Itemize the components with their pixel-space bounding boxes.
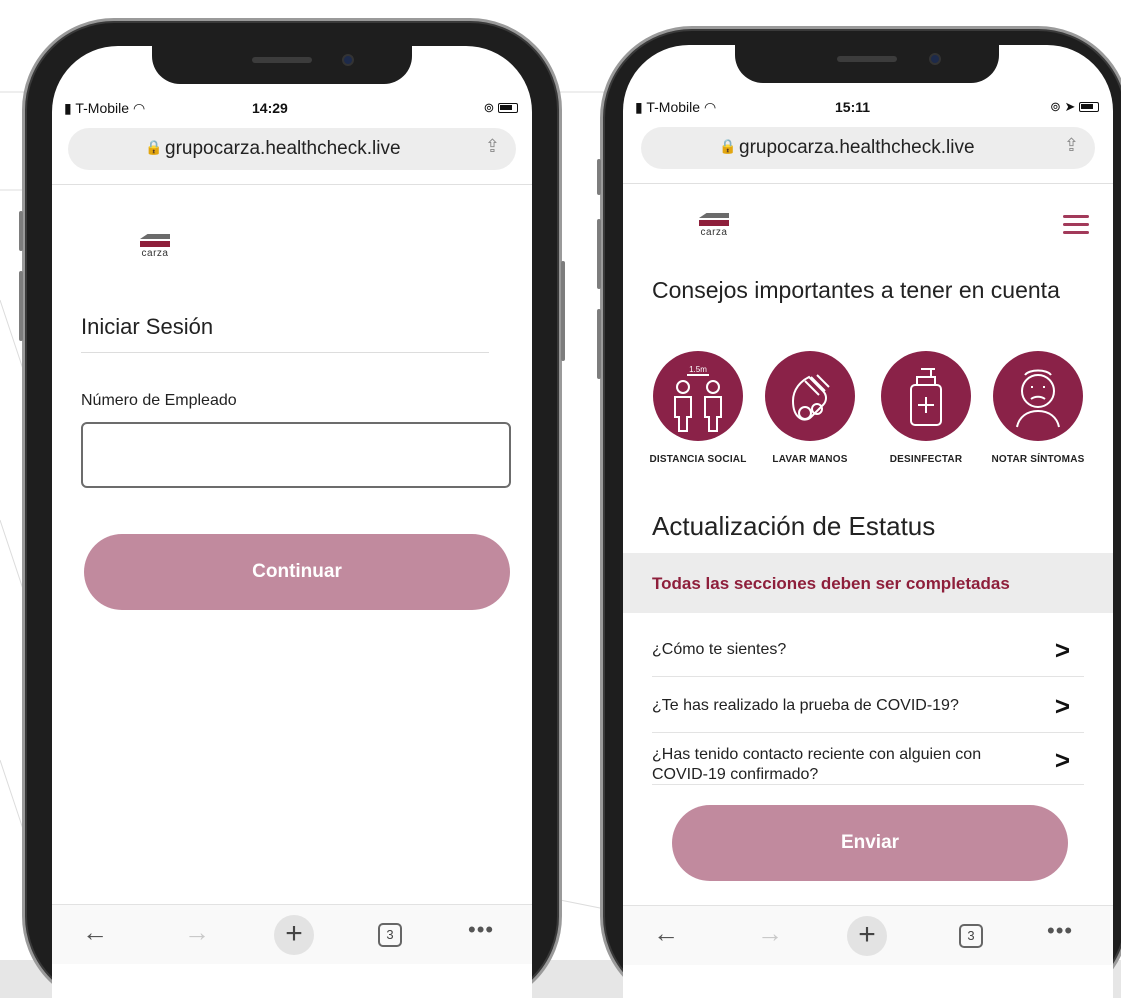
logo-text: carza (700, 227, 728, 238)
status-bar: ▮ T-Mobile ◠ 15:11 ⊚ ➤ (623, 95, 1113, 117)
question-row-feeling[interactable]: ¿Cómo te sientes? > (652, 621, 1084, 677)
question-text: ¿Te has realizado la prueba de COVID-19? (652, 697, 959, 714)
lock-icon: 🔒 (145, 139, 163, 155)
chevron-right-icon: > (1054, 635, 1070, 665)
front-camera (342, 54, 354, 66)
header-divider (52, 184, 532, 185)
battery-icon (1079, 102, 1099, 112)
page-title: Iniciar Sesión (81, 314, 214, 339)
carrier-name: T-Mobile (646, 99, 701, 115)
signal-icon: ▮ (635, 99, 643, 115)
tab-count-icon[interactable]: 3 (378, 923, 402, 947)
question-row-contact[interactable]: ¿Has tenido contacto reciente con alguie… (652, 733, 1084, 785)
question-row-covid-test[interactable]: ¿Te has realizado la prueba de COVID-19?… (652, 677, 1084, 733)
location-icon: ➤ (1064, 99, 1076, 114)
sanitizer-icon (881, 351, 971, 441)
new-tab-plus-icon[interactable]: + (274, 915, 314, 955)
rotation-lock-icon: ⊚ (483, 100, 495, 115)
share-icon[interactable]: ⇪ (1064, 135, 1079, 156)
employee-number-input[interactable] (81, 422, 511, 488)
speaker (837, 56, 897, 62)
wifi-icon: ◠ (703, 99, 717, 115)
notch (735, 45, 999, 83)
browser-toolbar: ← → + 3 ••• (623, 905, 1113, 965)
wash-hands-icon (765, 351, 855, 441)
status-right: ⊚ (483, 100, 518, 116)
tip-label-distance: DISTANCIA SOCIAL (649, 454, 747, 465)
url-text: grupocarza.healthcheck.live (165, 138, 401, 159)
volume-up-button (597, 219, 601, 289)
phone-right: ▮ T-Mobile ◠ 15:11 ⊚ ➤ 🔒 grupocarza.heal… (597, 26, 1121, 998)
banner-text: Todas las secciones deben ser completada… (652, 574, 1010, 593)
back-arrow-icon[interactable]: ← (82, 917, 108, 948)
tip-label-sanitize: DESINFECTAR (889, 454, 963, 465)
mute-switch (19, 211, 23, 251)
forward-arrow-icon[interactable]: → (757, 918, 783, 949)
carrier-name: T-Mobile (75, 100, 130, 116)
status-bar: ▮ T-Mobile ◠ 14:29 ⊚ (52, 96, 532, 118)
signal-icon: ▮ (64, 100, 72, 116)
tab-count-icon[interactable]: 3 (959, 924, 983, 948)
more-dots-icon[interactable]: ••• (468, 917, 494, 943)
employee-number-label: Número de Empleado (81, 392, 237, 409)
clock: 15:11 (835, 99, 871, 115)
speaker (252, 57, 312, 63)
more-dots-icon[interactable]: ••• (1047, 918, 1073, 944)
volume-down-button (597, 309, 601, 379)
carrier-label: ▮ T-Mobile ◠ (64, 100, 145, 117)
lock-icon: 🔒 (719, 138, 737, 154)
question-text: ¿Has tenido contacto reciente con alguie… (652, 746, 982, 783)
screen-health-check: ▮ T-Mobile ◠ 15:11 ⊚ ➤ 🔒 grupocarza.heal… (623, 45, 1113, 998)
mute-switch (597, 159, 601, 195)
power-button (561, 261, 565, 361)
carza-logo: carza (699, 213, 729, 238)
tip-label-wash: LAVAR MANOS (772, 454, 848, 465)
question-text: ¿Cómo te sientes? (652, 641, 787, 658)
title-divider (81, 352, 489, 353)
hamburger-menu-icon[interactable] (1063, 215, 1089, 239)
battery-icon (498, 103, 518, 113)
tips-heading: Consejos importantes a tener en cuenta (652, 277, 1060, 303)
social-distance-icon: 1.5m (653, 351, 743, 441)
url-text: grupocarza.healthcheck.live (739, 137, 975, 158)
required-sections-banner: Todas las secciones deben ser completada… (623, 553, 1113, 613)
back-arrow-icon[interactable]: ← (653, 918, 679, 949)
mockup-stage: ▮ T-Mobile ◠ 14:29 ⊚ 🔒 grupocarza.health… (0, 0, 1121, 998)
continue-button[interactable]: Continuar (84, 534, 510, 610)
address-bar[interactable]: 🔒 grupocarza.healthcheck.live ⇪ (641, 127, 1095, 169)
clock: 14:29 (252, 100, 288, 116)
status-update-heading: Actualización de Estatus (652, 511, 936, 541)
header-divider (623, 183, 1113, 184)
rotation-lock-icon: ⊚ (1049, 99, 1061, 114)
chevron-right-icon: > (1054, 745, 1070, 775)
send-button[interactable]: Enviar (672, 805, 1068, 881)
screen-login: ▮ T-Mobile ◠ 14:29 ⊚ 🔒 grupocarza.health… (52, 46, 532, 998)
browser-toolbar: ← → + 3 ••• (52, 904, 532, 964)
address-bar[interactable]: 🔒 grupocarza.healthcheck.live ⇪ (68, 128, 516, 170)
notch (152, 46, 412, 84)
logo-text: carza (141, 248, 169, 259)
front-camera (929, 53, 941, 65)
phone-left: ▮ T-Mobile ◠ 14:29 ⊚ 🔒 grupocarza.health… (19, 18, 565, 998)
share-icon[interactable]: ⇪ (485, 136, 500, 157)
carrier-label: ▮ T-Mobile ◠ (635, 99, 716, 116)
symptoms-icon (993, 351, 1083, 441)
wifi-icon: ◠ (132, 100, 146, 116)
status-right: ⊚ ➤ (1050, 99, 1099, 115)
tip-label-symptoms: NOTAR SÍNTOMAS (991, 454, 1085, 465)
new-tab-plus-icon[interactable]: + (847, 916, 887, 956)
chevron-right-icon: > (1054, 691, 1070, 721)
distance-badge: 1.5m (689, 365, 707, 374)
carza-logo: carza (140, 234, 170, 259)
volume-up-button (19, 271, 23, 341)
forward-arrow-icon[interactable]: → (184, 917, 210, 948)
